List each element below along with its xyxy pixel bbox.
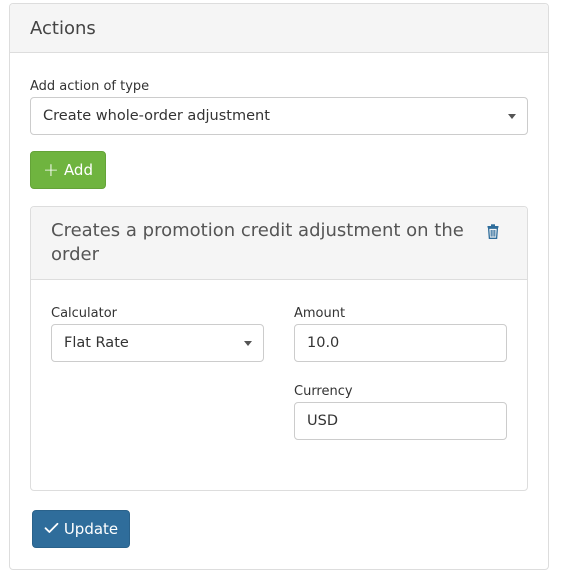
update-button-label: Update bbox=[63, 520, 119, 538]
currency-value: USD bbox=[307, 413, 338, 429]
chevron-down-icon bbox=[508, 114, 516, 119]
checkmark-icon bbox=[44, 520, 59, 538]
amount-label: Amount bbox=[294, 306, 346, 321]
currency-input[interactable]: USD bbox=[294, 402, 507, 440]
action-card-header: Creates a promotion credit adjustment on… bbox=[31, 207, 527, 280]
panel-title: Actions bbox=[30, 17, 96, 39]
action-type-selected-value: Create whole-order adjustment bbox=[43, 108, 270, 124]
add-button[interactable]: + Add bbox=[30, 151, 106, 189]
add-button-label: Add bbox=[63, 161, 93, 179]
calculator-selected-value: Flat Rate bbox=[64, 335, 129, 351]
action-type-select[interactable]: Create whole-order adjustment bbox=[30, 97, 528, 135]
currency-label: Currency bbox=[294, 384, 353, 399]
trash-icon[interactable] bbox=[487, 224, 499, 243]
action-title: Creates a promotion credit adjustment on… bbox=[51, 220, 464, 265]
actions-panel-header: Actions bbox=[10, 4, 548, 53]
actions-panel: Actions Add action of type Create whole-… bbox=[9, 3, 549, 570]
action-card: Creates a promotion credit adjustment on… bbox=[30, 206, 528, 491]
chevron-down-icon bbox=[244, 341, 252, 346]
calculator-label: Calculator bbox=[51, 306, 118, 321]
plus-icon: + bbox=[43, 158, 59, 181]
add-action-label: Add action of type bbox=[30, 79, 150, 94]
calculator-select[interactable]: Flat Rate bbox=[51, 324, 264, 362]
amount-value: 10.0 bbox=[307, 335, 340, 351]
update-button[interactable]: Update bbox=[32, 510, 130, 548]
amount-input[interactable]: 10.0 bbox=[294, 324, 507, 362]
